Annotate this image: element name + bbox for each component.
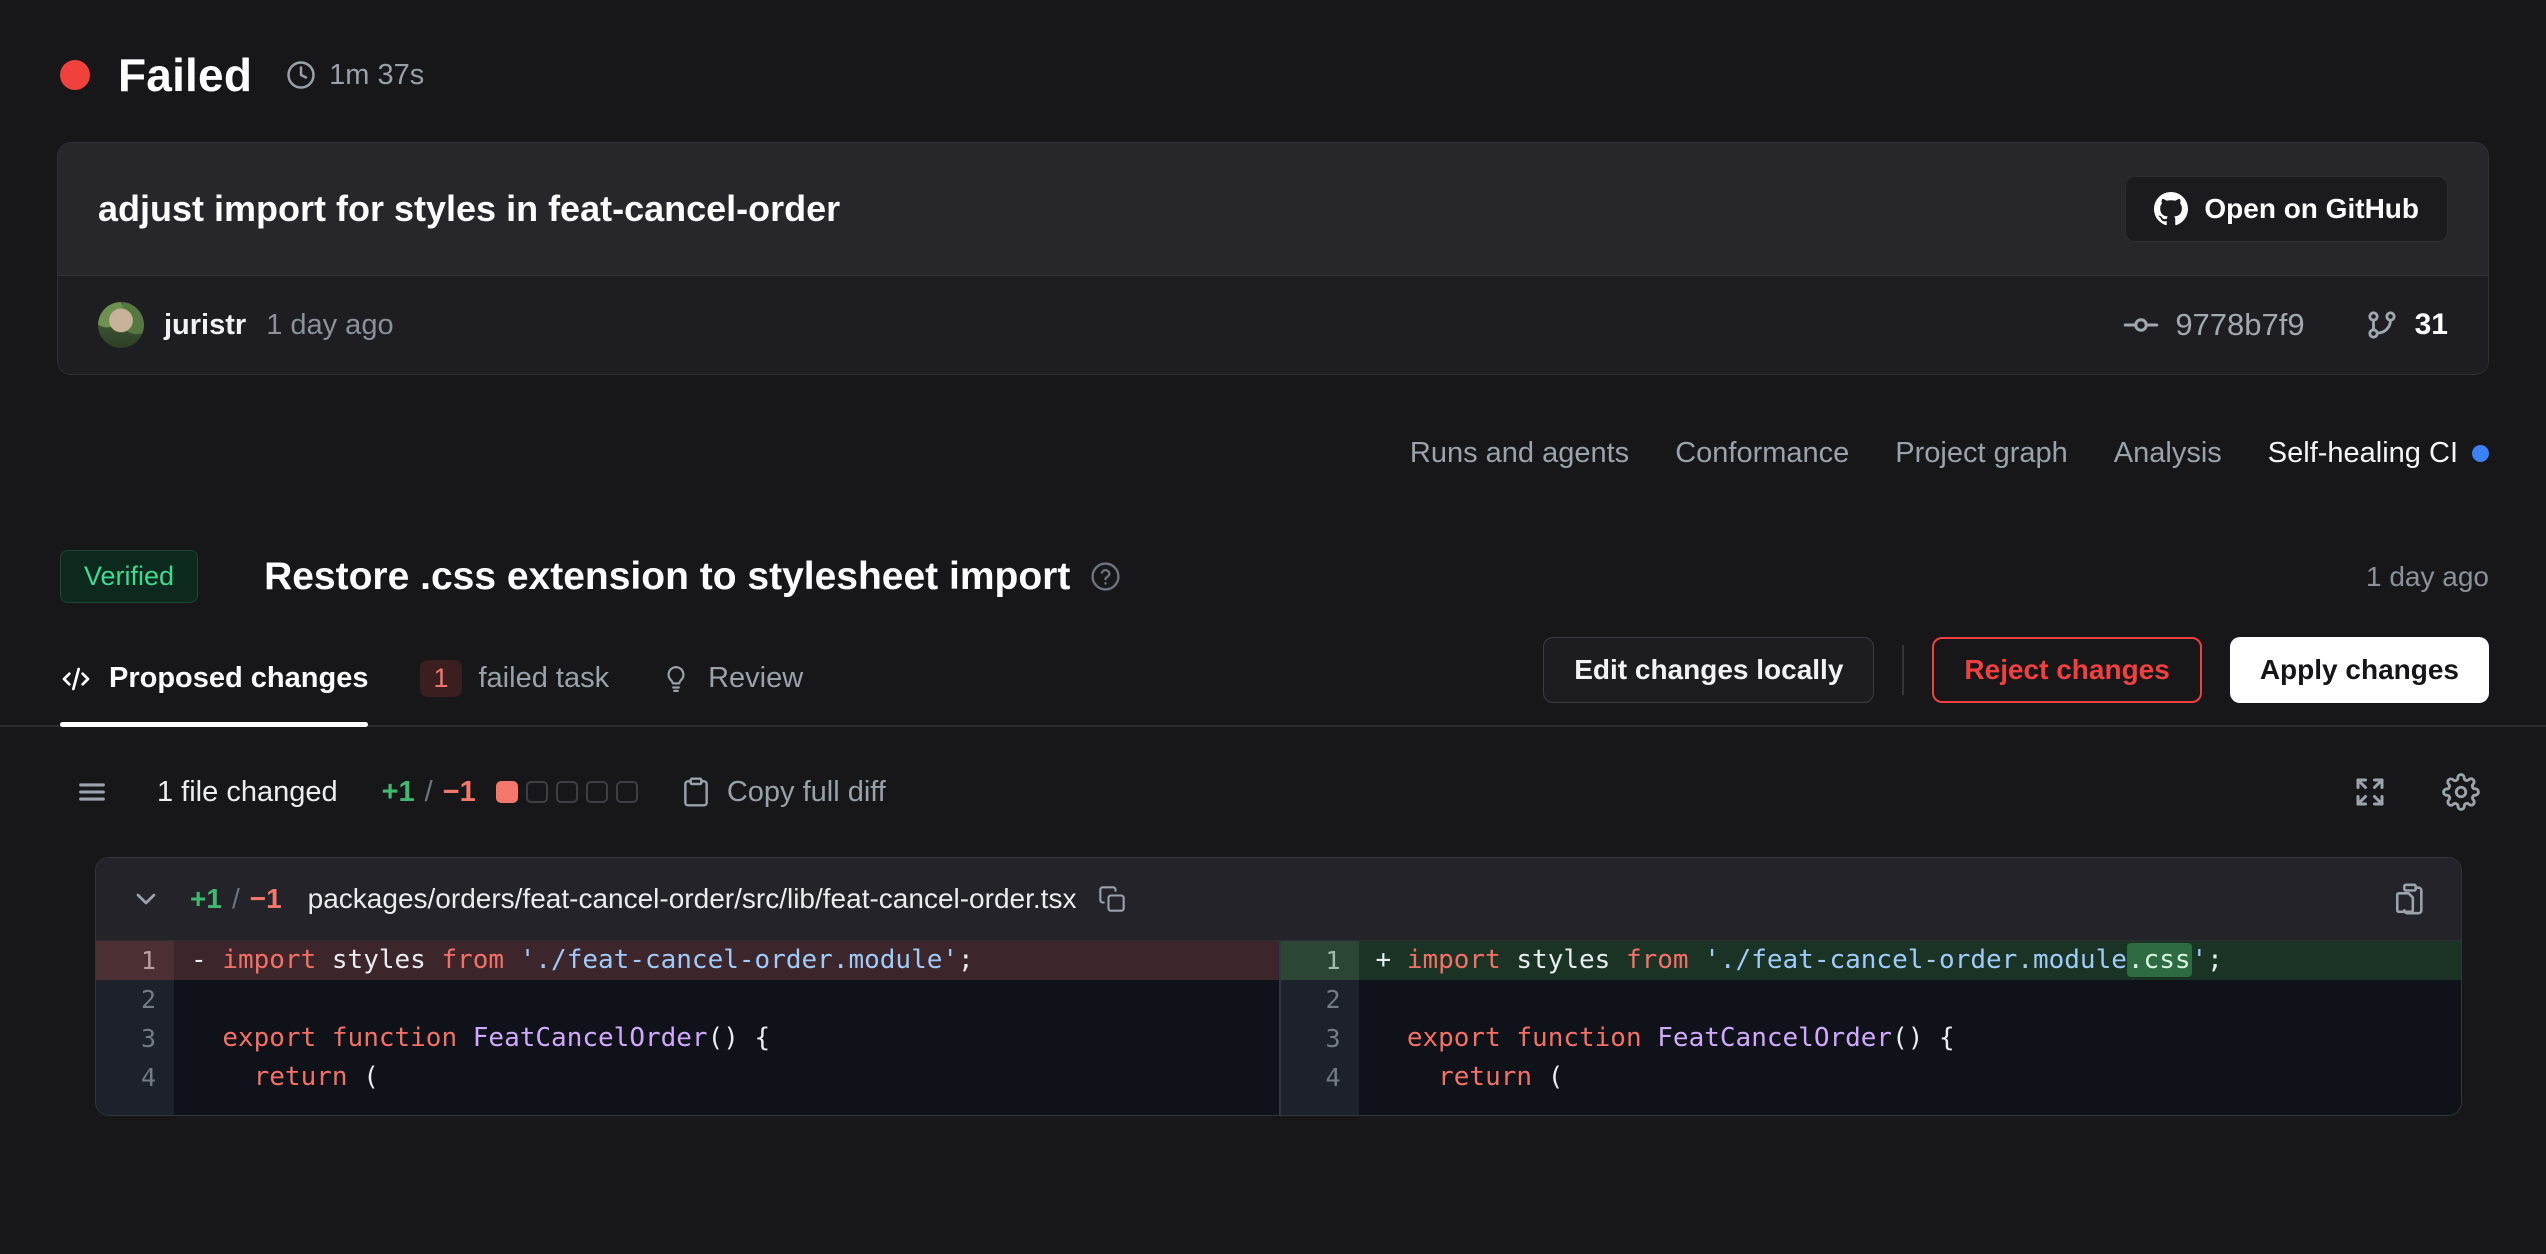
diff-pane-old: 1- import styles from './feat-cancel-ord… (96, 941, 1279, 1115)
nav-runs-and-agents[interactable]: Runs and agents (1410, 437, 1629, 470)
commit-title: adjust import for styles in feat-cancel-… (98, 188, 840, 230)
nav-project-graph[interactable]: Project graph (1895, 437, 2068, 470)
github-button-label: Open on GitHub (2204, 193, 2419, 225)
code-icon (60, 663, 92, 695)
expand-icon (2352, 774, 2388, 810)
top-nav: Runs and agents Conformance Project grap… (0, 375, 2546, 470)
line-number: 3 (1281, 1019, 1359, 1058)
copy-file-diff-button[interactable] (2393, 882, 2427, 916)
actions-divider (1902, 645, 1904, 695)
diff-line: 1+ import styles from './feat-cancel-ord… (1281, 941, 2462, 980)
lightbulb-icon (661, 664, 691, 694)
diff-block (556, 781, 578, 803)
fix-header: Verified Restore .css extension to style… (0, 470, 2546, 603)
diff-body: 1- import styles from './feat-cancel-ord… (96, 941, 2461, 1115)
reject-changes-button[interactable]: Reject changes (1932, 637, 2201, 703)
notification-dot (2472, 445, 2489, 462)
diff-stats: +1 / −1 (382, 776, 476, 809)
gear-icon (2442, 773, 2480, 811)
diff-file-header: +1 / −1 packages/orders/feat-cancel-orde… (96, 858, 2461, 941)
diff-block (586, 781, 608, 803)
line-number: 1 (1281, 941, 1359, 980)
failed-status-dot (60, 60, 90, 90)
diff-line: 3 export function FeatCancelOrder() { (1281, 1019, 2462, 1058)
line-number: 4 (96, 1058, 174, 1097)
line-number: 3 (96, 1019, 174, 1058)
tab-proposed-changes[interactable]: Proposed changes (60, 660, 368, 725)
nav-self-healing-ci[interactable]: Self-healing CI (2268, 437, 2489, 470)
diff-spacer (96, 1097, 1279, 1115)
diff-card: +1 / −1 packages/orders/feat-cancel-orde… (95, 857, 2462, 1116)
code-content: + import styles from './feat-cancel-orde… (1359, 941, 2462, 980)
copy-file-path-button[interactable] (1098, 885, 1126, 913)
fix-title: Restore .css extension to stylesheet imp… (264, 555, 1070, 599)
diff-line: 1- import styles from './feat-cancel-ord… (96, 941, 1279, 980)
nav-analysis[interactable]: Analysis (2114, 437, 2222, 470)
diff-line: 3 export function FeatCancelOrder() { (96, 1019, 1279, 1058)
open-on-github-button[interactable]: Open on GitHub (2125, 176, 2448, 242)
diff-line: 2 (1281, 980, 2462, 1019)
diff-blocks (496, 781, 638, 803)
verified-badge: Verified (60, 550, 198, 603)
diff-block (616, 781, 638, 803)
file-path: packages/orders/feat-cancel-order/src/li… (308, 883, 1077, 915)
tabs-row: Proposed changes 1 failed task Review Ed… (0, 637, 2546, 727)
tab-review[interactable]: Review (661, 660, 803, 725)
branch-icon (2365, 308, 2399, 342)
tab-failed-task[interactable]: 1 failed task (420, 660, 609, 725)
code-content: export function FeatCancelOrder() { (1359, 1019, 2462, 1058)
diff-pane-new: 1+ import styles from './feat-cancel-ord… (1279, 941, 2462, 1115)
commit-hash[interactable]: 9778b7f9 (2123, 307, 2304, 343)
duration: 1m 37s (286, 59, 424, 92)
line-number: 1 (96, 941, 174, 980)
apply-changes-button[interactable]: Apply changes (2230, 637, 2489, 703)
collapse-file-button[interactable] (130, 883, 162, 915)
fix-time: 1 day ago (2366, 561, 2489, 593)
github-icon (2154, 192, 2188, 226)
clipboard-icon (680, 776, 712, 808)
edit-changes-locally-button[interactable]: Edit changes locally (1543, 637, 1874, 703)
diff-line: 2 (96, 980, 1279, 1019)
diff-toolbar: 1 file changed +1 / −1 Copy full diff (0, 727, 2546, 811)
code-content (174, 980, 1279, 1019)
code-content (1359, 980, 2462, 1019)
nav-conformance[interactable]: Conformance (1675, 437, 1849, 470)
expand-diff-button[interactable] (2352, 774, 2388, 810)
author-name: juristr (164, 309, 246, 342)
diff-spacer (1281, 1097, 2462, 1115)
status-label: Failed (118, 48, 252, 102)
diff-line: 4 return ( (1281, 1058, 2462, 1097)
avatar (98, 302, 144, 348)
chevron-down-icon (130, 883, 162, 915)
branch-count[interactable]: 31 (2365, 308, 2448, 342)
copy-full-diff-button[interactable]: Copy full diff (674, 775, 892, 810)
failed-count-badge: 1 (420, 660, 461, 697)
file-diff-stats: +1 / −1 (190, 883, 282, 915)
hamburger-icon (75, 775, 109, 809)
line-number: 2 (1281, 980, 1359, 1019)
diff-block (496, 781, 518, 803)
help-icon[interactable] (1090, 561, 1121, 592)
clock-icon (286, 60, 316, 90)
status-header: Failed 1m 37s (0, 0, 2546, 102)
commit-time: 1 day ago (266, 309, 393, 342)
commit-icon (2123, 307, 2159, 343)
files-changed-label: 1 file changed (157, 776, 338, 809)
code-content: return ( (174, 1058, 1279, 1097)
line-number: 2 (96, 980, 174, 1019)
diff-line: 4 return ( (96, 1058, 1279, 1097)
code-content: export function FeatCancelOrder() { (174, 1019, 1279, 1058)
file-list-menu-button[interactable] (75, 775, 109, 809)
copy-icon (1098, 885, 1126, 913)
clipboard-copy-icon (2393, 882, 2427, 916)
diff-settings-button[interactable] (2442, 773, 2480, 811)
code-content: - import styles from './feat-cancel-orde… (174, 941, 1279, 980)
duration-value: 1m 37s (329, 59, 424, 92)
diff-block (526, 781, 548, 803)
code-content: return ( (1359, 1058, 2462, 1097)
line-number: 4 (1281, 1058, 1359, 1097)
commit-card: adjust import for styles in feat-cancel-… (57, 142, 2489, 375)
